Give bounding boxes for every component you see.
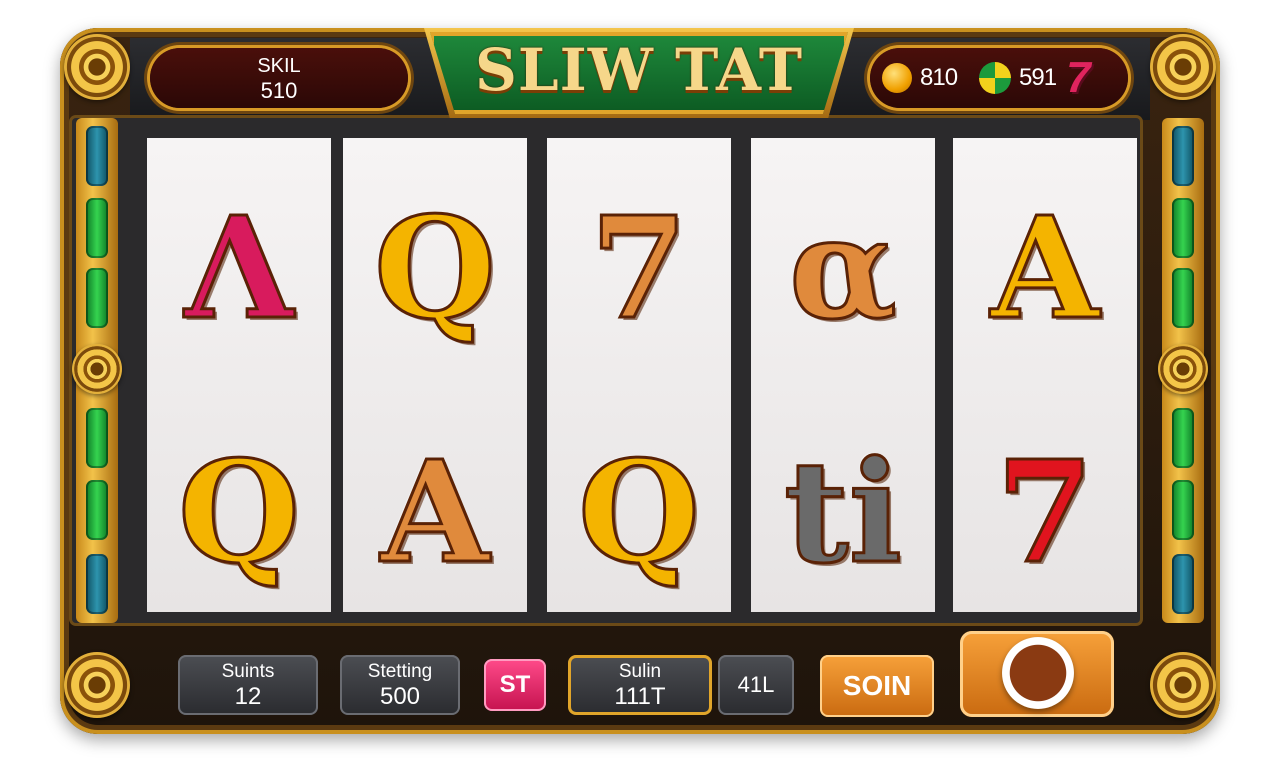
soin-button[interactable]: SOIN: [820, 655, 934, 717]
spin-button[interactable]: [960, 631, 1114, 717]
reel-symbol: Q: [177, 431, 302, 595]
indicator-light: [1172, 408, 1194, 468]
indicator-light: [1172, 268, 1194, 328]
indicator-light: [1172, 480, 1194, 540]
corner-bolt-icon: [1150, 652, 1216, 718]
reel-5: A 7: [953, 138, 1137, 612]
reel-symbol: α: [788, 187, 899, 351]
starting-value: 500: [379, 683, 421, 710]
balance-panel: 810 591 7: [870, 48, 1128, 108]
indicator-light: [1172, 126, 1194, 186]
reel-symbol: ti: [783, 431, 904, 595]
reel-symbol: Q: [373, 187, 498, 351]
indicator-light: [86, 554, 108, 614]
skill-value: 510: [260, 78, 298, 103]
reel-symbol: Q: [577, 431, 702, 595]
ball-count: 591: [1019, 64, 1057, 91]
indicator-light: [86, 198, 108, 258]
indicator-light: [86, 126, 108, 186]
points-value: 12: [234, 683, 262, 710]
skill-panel: SKIL 510: [150, 48, 408, 108]
reel-symbol: Λ: [183, 187, 295, 351]
control-bar: Suints 12 Stetting 500 ST Sulin 111T 41L…: [142, 625, 1142, 725]
reel-symbol: 7: [995, 431, 1095, 595]
sulin-label: Sulin: [618, 661, 662, 682]
indicator-light: [86, 408, 108, 468]
indicator-light: [1172, 554, 1194, 614]
reel-3: 7 Q: [547, 138, 731, 612]
indicator-light: [1172, 198, 1194, 258]
coin-count: 810: [920, 64, 958, 91]
coin-icon: [882, 63, 912, 93]
indicator-light: [86, 268, 108, 328]
corner-bolt-icon: [64, 652, 130, 718]
reel-4: α ti: [751, 138, 935, 612]
sulin-display: Sulin 111T: [568, 655, 712, 715]
points-display: Suints 12: [178, 655, 318, 715]
side-bolt-icon: [1158, 344, 1208, 394]
reel-symbol: 7: [589, 187, 689, 351]
reel-symbol: A: [379, 431, 491, 595]
spin-icon: [1002, 637, 1074, 709]
reel-2: Q A: [343, 138, 527, 612]
seven-badge: 7: [1066, 53, 1091, 102]
skill-label: SKIL: [257, 55, 301, 77]
reel-symbol: A: [989, 187, 1101, 351]
st-button[interactable]: ST: [484, 659, 546, 711]
starting-display: Stetting 500: [340, 655, 460, 715]
ball-icon: [979, 62, 1012, 94]
reel-1: Λ Q: [147, 138, 331, 612]
lines-display[interactable]: 41L: [718, 655, 794, 715]
game-title: SLIW TAT: [474, 36, 804, 104]
indicator-light: [86, 480, 108, 540]
starting-label: Stetting: [367, 661, 433, 682]
points-label: Suints: [221, 661, 275, 682]
corner-bolt-icon: [64, 34, 130, 100]
side-bolt-icon: [72, 344, 122, 394]
sulin-value: 111T: [614, 683, 666, 710]
corner-bolt-icon: [1150, 34, 1216, 100]
